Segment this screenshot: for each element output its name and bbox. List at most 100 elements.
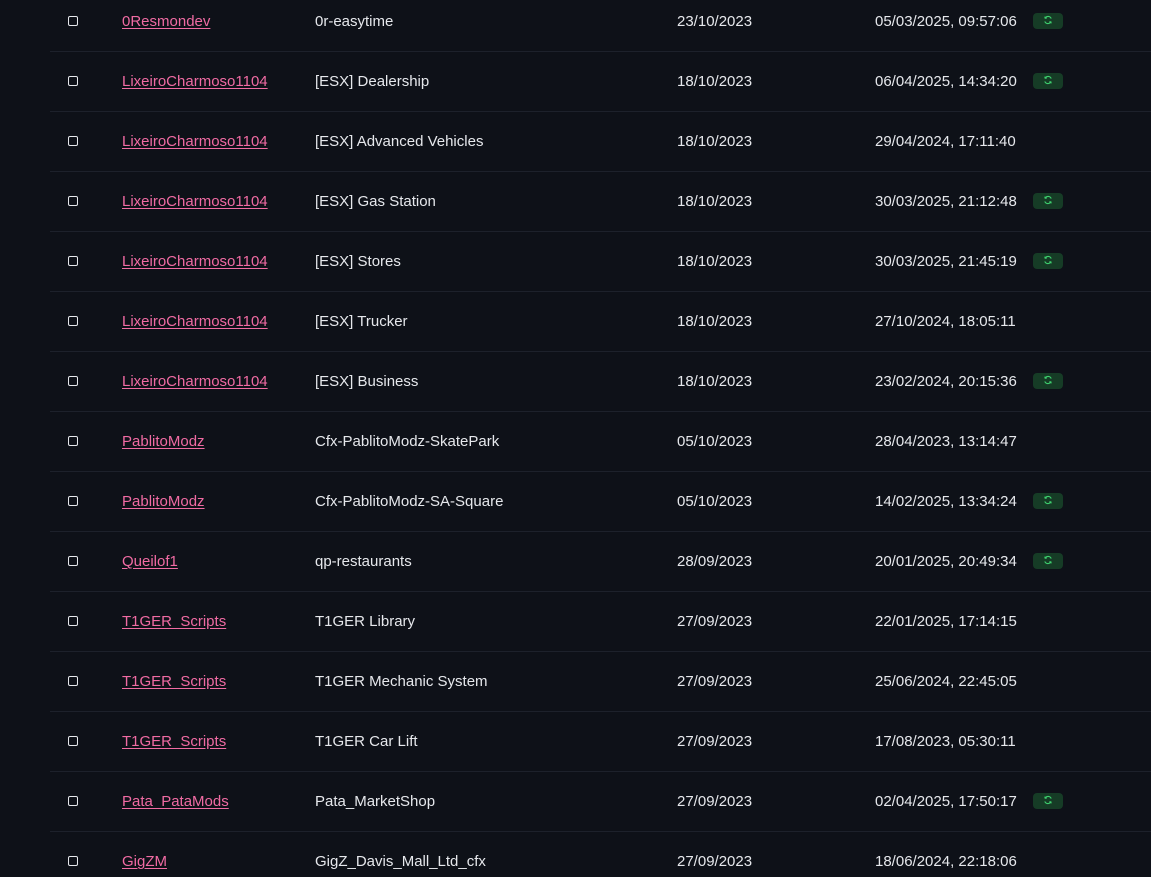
created-date: 27/09/2023 — [677, 853, 753, 870]
updated-cell: 17/08/2023, 05:30:11 — [875, 712, 1016, 772]
checkbox-icon[interactable] — [68, 195, 78, 206]
checkbox-icon[interactable] — [68, 315, 78, 326]
row-checkbox-cell — [68, 592, 82, 652]
checkbox-icon[interactable] — [68, 375, 78, 386]
updated-cell: 18/06/2024, 22:18:06 — [875, 832, 1017, 877]
checkbox-icon[interactable] — [68, 75, 78, 86]
checkbox-icon[interactable] — [68, 135, 78, 146]
resource-name: [ESX] Gas Station — [315, 193, 436, 210]
refresh-icon — [1044, 555, 1052, 564]
table-row: LixeiroCharmoso1104 [ESX] Trucker 18/10/… — [50, 292, 1151, 352]
resource-name: [ESX] Advanced Vehicles — [315, 133, 484, 150]
update-badge[interactable] — [1032, 72, 1063, 89]
row-checkbox-cell — [68, 412, 82, 472]
updated-cell: 23/02/2024, 20:15:36 — [875, 352, 1063, 412]
updated-cell: 14/02/2025, 13:34:24 — [875, 472, 1063, 532]
table-row: Queilof1 qp-restaurants 28/09/2023 20/01… — [50, 532, 1151, 592]
author-cell: Pata_PataMods — [122, 772, 229, 832]
refresh-icon — [1044, 495, 1052, 504]
updated-cell: 30/03/2025, 21:45:19 — [875, 232, 1063, 292]
updated-timestamp: 30/03/2025, 21:12:48 — [875, 193, 1017, 210]
author-link[interactable]: 0Resmondev — [122, 13, 210, 30]
row-checkbox-cell — [68, 472, 82, 532]
updated-timestamp: 25/06/2024, 22:45:05 — [875, 673, 1017, 690]
resource-name: [ESX] Trucker — [315, 313, 408, 330]
author-link[interactable]: LixeiroCharmoso1104 — [122, 253, 268, 270]
author-cell: LixeiroCharmoso1104 — [122, 352, 268, 412]
checkbox-icon[interactable] — [68, 435, 78, 446]
checkbox-icon[interactable] — [68, 795, 78, 806]
checkbox-icon[interactable] — [68, 735, 78, 746]
refresh-icon — [1044, 255, 1052, 264]
update-badge[interactable] — [1032, 792, 1063, 809]
author-link[interactable]: Pata_PataMods — [122, 793, 229, 810]
author-link[interactable]: LixeiroCharmoso1104 — [122, 313, 268, 330]
table-row: LixeiroCharmoso1104 [ESX] Gas Station 18… — [50, 172, 1151, 232]
row-checkbox-cell — [68, 112, 82, 172]
resource-name: Cfx-PablitoModz-SkatePark — [315, 433, 500, 450]
updated-timestamp: 20/01/2025, 20:49:34 — [875, 553, 1017, 570]
author-link[interactable]: PablitoModz — [122, 493, 205, 510]
table-row: LixeiroCharmoso1104 [ESX] Advanced Vehic… — [50, 112, 1151, 172]
resource-name: 0r-easytime — [315, 13, 394, 30]
resource-name: [ESX] Stores — [315, 253, 401, 270]
resource-name: qp-restaurants — [315, 553, 412, 570]
table-row: PablitoModz Cfx-PablitoModz-SkatePark 05… — [50, 412, 1151, 472]
table-row: Pata_PataMods Pata_MarketShop 27/09/2023… — [50, 772, 1151, 832]
update-badge[interactable] — [1032, 252, 1063, 269]
table-row: LixeiroCharmoso1104 [ESX] Dealership 18/… — [50, 52, 1151, 112]
updated-timestamp: 23/02/2024, 20:15:36 — [875, 373, 1017, 390]
author-cell: LixeiroCharmoso1104 — [122, 52, 268, 112]
updated-timestamp: 17/08/2023, 05:30:11 — [875, 733, 1016, 750]
author-link[interactable]: LixeiroCharmoso1104 — [122, 193, 268, 210]
created-date: 18/10/2023 — [677, 373, 753, 390]
update-badge[interactable] — [1032, 552, 1063, 569]
author-link[interactable]: T1GER_Scripts — [122, 673, 226, 690]
author-link[interactable]: Queilof1 — [122, 553, 178, 570]
author-link[interactable]: LixeiroCharmoso1104 — [122, 133, 268, 150]
author-cell: Queilof1 — [122, 532, 178, 592]
author-link[interactable]: LixeiroCharmoso1104 — [122, 73, 268, 90]
author-cell: T1GER_Scripts — [122, 712, 226, 772]
created-date: 23/10/2023 — [677, 13, 753, 30]
resource-name: T1GER Car Lift — [315, 733, 418, 750]
row-checkbox-cell — [68, 712, 82, 772]
checkbox-icon[interactable] — [68, 615, 78, 626]
update-badge[interactable] — [1032, 192, 1063, 209]
updated-timestamp: 28/04/2023, 13:14:47 — [875, 433, 1017, 450]
created-date: 05/10/2023 — [677, 433, 753, 450]
author-link[interactable]: LixeiroCharmoso1104 — [122, 373, 268, 390]
row-checkbox-cell — [68, 772, 82, 832]
updated-timestamp: 02/04/2025, 17:50:17 — [875, 793, 1017, 810]
table-row: GigZM GigZ_Davis_Mall_Ltd_cfx 27/09/2023… — [50, 832, 1151, 877]
checkbox-icon[interactable] — [68, 255, 78, 266]
resource-name: Cfx-PablitoModz-SA-Square — [315, 493, 504, 510]
author-link[interactable]: T1GER_Scripts — [122, 613, 226, 630]
checkbox-icon[interactable] — [68, 555, 78, 566]
author-link[interactable]: PablitoModz — [122, 433, 205, 450]
author-cell: LixeiroCharmoso1104 — [122, 112, 268, 172]
checkbox-icon[interactable] — [68, 495, 78, 506]
checkbox-icon[interactable] — [68, 15, 78, 26]
author-link[interactable]: GigZM — [122, 853, 167, 870]
checkbox-icon[interactable] — [68, 855, 78, 866]
updated-cell: 06/04/2025, 14:34:20 — [875, 52, 1063, 112]
update-badge[interactable] — [1032, 372, 1063, 389]
update-badge[interactable] — [1032, 12, 1063, 29]
updated-cell: 20/01/2025, 20:49:34 — [875, 532, 1063, 592]
update-badge[interactable] — [1032, 492, 1063, 509]
row-checkbox-cell — [68, 52, 82, 112]
author-cell: LixeiroCharmoso1104 — [122, 292, 268, 352]
updated-timestamp: 29/04/2024, 17:11:40 — [875, 133, 1016, 150]
resource-name: Pata_MarketShop — [315, 793, 436, 810]
author-cell: GigZM — [122, 832, 167, 877]
created-date: 18/10/2023 — [677, 133, 753, 150]
refresh-icon — [1044, 375, 1052, 384]
created-date: 05/10/2023 — [677, 493, 753, 510]
author-link[interactable]: T1GER_Scripts — [122, 733, 226, 750]
refresh-icon — [1044, 75, 1052, 84]
refresh-icon — [1044, 195, 1052, 204]
created-date: 27/09/2023 — [677, 793, 753, 810]
checkbox-icon[interactable] — [68, 675, 78, 686]
resource-name: [ESX] Business — [315, 373, 419, 390]
